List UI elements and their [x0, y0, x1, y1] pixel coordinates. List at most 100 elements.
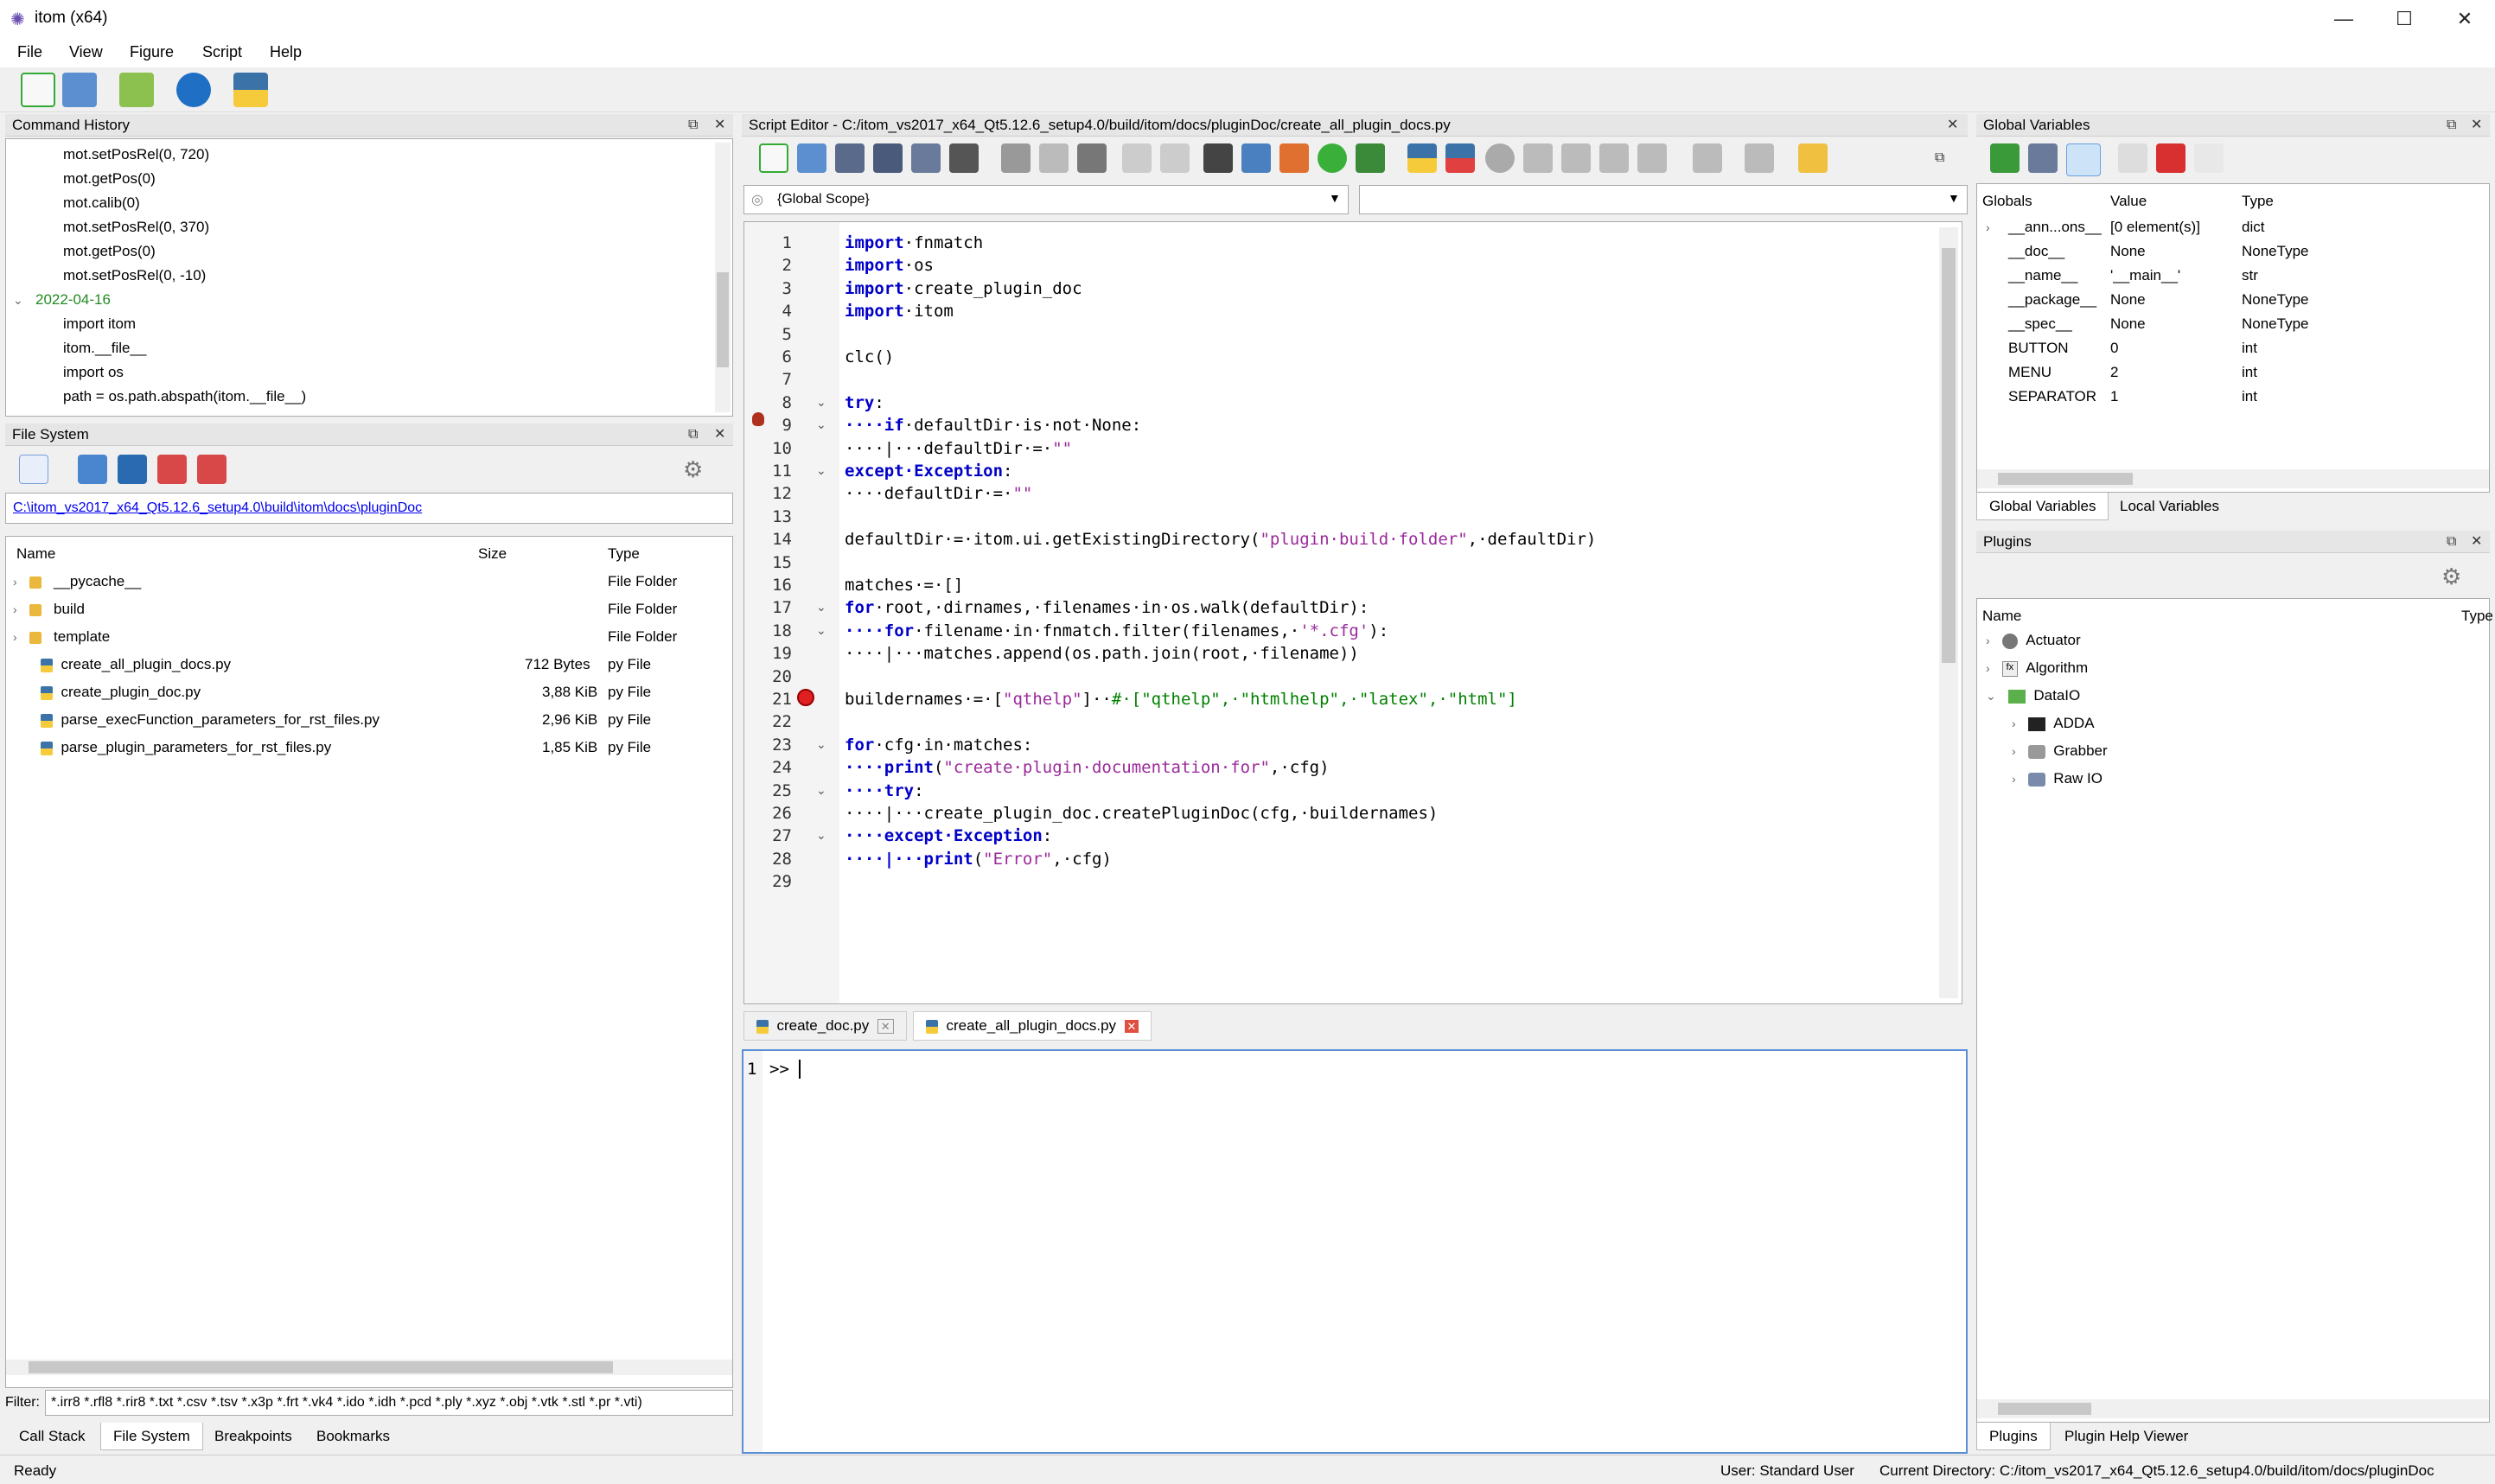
- code-line[interactable]: matches·=·[]: [845, 576, 963, 595]
- filter-select[interactable]: *.irr8 *.rfl8 *.rir8 *.txt *.csv *.tsv *…: [45, 1390, 733, 1416]
- close-icon[interactable]: ✕: [714, 424, 725, 446]
- scrollbar-thumb[interactable]: [29, 1361, 613, 1373]
- variable-name[interactable]: MENU: [2008, 364, 2052, 381]
- code-line[interactable]: defaultDir·=·itom.ui.getExistingDirector…: [845, 530, 1596, 549]
- close-icon[interactable]: ✕: [2471, 531, 2482, 553]
- table-row[interactable]: › build: [13, 601, 85, 618]
- step-over-icon[interactable]: [1599, 143, 1629, 173]
- breakpoint-icon[interactable]: [797, 689, 814, 706]
- delete-icon[interactable]: [2156, 143, 2186, 173]
- undock-icon[interactable]: ⧉: [2447, 114, 2456, 137]
- import-icon[interactable]: [1990, 143, 2020, 173]
- new-file-icon[interactable]: [759, 143, 788, 173]
- fold-chevron-icon[interactable]: ⌄: [816, 417, 826, 432]
- menu-view[interactable]: View: [69, 43, 103, 61]
- debug-icon[interactable]: [1445, 143, 1475, 173]
- bookmark-icon[interactable]: [1798, 143, 1828, 173]
- path-link[interactable]: C:\itom_vs2017_x64_Qt5.12.6_setup4.0\bui…: [13, 500, 422, 516]
- history-item[interactable]: mot.setPosRel(0, -10): [63, 267, 206, 284]
- save-icon[interactable]: [835, 143, 865, 173]
- close-icon[interactable]: ✕: [714, 114, 725, 137]
- scrollbar-thumb[interactable]: [1998, 1403, 2091, 1415]
- tree-item-raw-io[interactable]: › Raw IO: [2012, 770, 2103, 787]
- code-line[interactable]: ····|···defaultDir·=·"": [845, 439, 1072, 458]
- save-icon[interactable]: [2028, 143, 2058, 173]
- path-bar[interactable]: C:\itom_vs2017_x64_Qt5.12.6_setup4.0\bui…: [5, 493, 733, 524]
- continue-icon[interactable]: [1523, 143, 1553, 173]
- minimize-button[interactable]: —: [2313, 0, 2374, 38]
- tab-plugins[interactable]: Plugins: [1976, 1423, 2051, 1450]
- indent-icon[interactable]: [1356, 143, 1385, 173]
- code-line[interactable]: try:: [845, 393, 884, 412]
- close-tab-icon[interactable]: ✕: [877, 1019, 894, 1034]
- save-all-icon[interactable]: [911, 143, 941, 173]
- undock-icon[interactable]: ⧉: [688, 114, 698, 137]
- expand-icon[interactable]: ›: [1986, 219, 1990, 236]
- back-icon[interactable]: [1693, 143, 1722, 173]
- vertical-scrollbar[interactable]: [715, 143, 731, 412]
- close-tab-icon[interactable]: ✕: [1124, 1020, 1139, 1033]
- variable-name[interactable]: BUTTON: [2008, 340, 2069, 357]
- history-date-group[interactable]: 2022-04-16: [35, 291, 111, 309]
- close-button[interactable]: ✕: [2434, 0, 2495, 38]
- undock-icon[interactable]: ⧉: [2447, 531, 2456, 553]
- code-line[interactable]: import·fnmatch: [845, 233, 983, 252]
- rename-icon[interactable]: [2118, 143, 2147, 173]
- copy-icon[interactable]: [1039, 143, 1069, 173]
- fold-chevron-icon[interactable]: ⌄: [816, 600, 826, 615]
- variable-name[interactable]: __name__: [2008, 267, 2077, 284]
- breakpoint-bug-icon[interactable]: [752, 412, 764, 426]
- column-type[interactable]: Type: [608, 545, 640, 563]
- code-line[interactable]: ····defaultDir·=·"": [845, 484, 1032, 503]
- table-row[interactable]: › template: [13, 628, 110, 646]
- scrollbar-thumb[interactable]: [1998, 473, 2133, 485]
- column-type[interactable]: Type: [2461, 608, 2493, 625]
- cut-icon[interactable]: [1001, 143, 1031, 173]
- code-line[interactable]: import·create_plugin_doc: [845, 279, 1082, 298]
- tree-item-algorithm[interactable]: › fx Algorithm: [1986, 659, 2088, 677]
- save-as-icon[interactable]: [873, 143, 903, 173]
- code-line[interactable]: except·Exception:: [845, 462, 1012, 481]
- scrollbar-thumb[interactable]: [717, 272, 729, 367]
- code-line[interactable]: for·cfg·in·matches:: [845, 736, 1032, 755]
- menu-figure[interactable]: Figure: [130, 43, 174, 61]
- scrollbar-thumb[interactable]: [1942, 248, 1956, 663]
- maximize-button[interactable]: ☐: [2374, 0, 2434, 38]
- figure-icon[interactable]: [119, 73, 154, 107]
- code-line[interactable]: ····|···print("Error",·cfg): [845, 850, 1112, 869]
- table-row[interactable]: parse_execFunction_parameters_for_rst_fi…: [41, 711, 380, 729]
- redo-icon[interactable]: [1160, 143, 1190, 173]
- variable-name[interactable]: __spec__: [2008, 315, 2072, 333]
- history-item[interactable]: itom.__file__: [63, 340, 146, 357]
- undock-icon[interactable]: ⧉: [688, 424, 698, 446]
- menu-script[interactable]: Script: [202, 43, 242, 61]
- run-icon[interactable]: [1407, 143, 1437, 173]
- tab-bookmarks[interactable]: Bookmarks: [316, 1428, 390, 1445]
- history-item[interactable]: mot.getPos(0): [63, 243, 156, 260]
- column-globals[interactable]: Globals: [1982, 193, 2032, 210]
- folder-up-icon[interactable]: [78, 455, 107, 484]
- column-size[interactable]: Size: [478, 545, 507, 563]
- history-item[interactable]: mot.setPosRel(0, 720): [63, 146, 209, 163]
- variable-name[interactable]: SEPARATOR: [2008, 388, 2096, 405]
- tab-file-system[interactable]: File System: [100, 1423, 203, 1450]
- close-icon[interactable]: ✕: [1947, 114, 1958, 137]
- code-line[interactable]: ····|···create_plugin_doc.createPluginDo…: [845, 804, 1438, 823]
- horizontal-scrollbar[interactable]: [1977, 469, 2489, 488]
- menu-file[interactable]: File: [17, 43, 42, 61]
- tab-create-doc[interactable]: create_doc.py ✕: [743, 1011, 907, 1041]
- code-line[interactable]: ····except·Exception:: [845, 826, 1052, 845]
- code-line[interactable]: ····try:: [845, 781, 924, 800]
- help-icon[interactable]: [176, 73, 211, 107]
- column-type[interactable]: Type: [2242, 193, 2274, 210]
- print-icon[interactable]: [949, 143, 979, 173]
- tab-global-variables[interactable]: Global Variables: [1976, 493, 2109, 520]
- tab-call-stack[interactable]: Call Stack: [19, 1428, 86, 1445]
- find-icon[interactable]: [1203, 143, 1233, 173]
- restore-icon[interactable]: ⧉: [1935, 150, 1944, 166]
- stop-icon[interactable]: [1485, 143, 1515, 173]
- table-row[interactable]: create_plugin_doc.py: [41, 684, 201, 701]
- fold-chevron-icon[interactable]: ⌄: [816, 623, 826, 638]
- tree-item-dataio[interactable]: ⌄ DataIO: [1986, 687, 2080, 704]
- folder-open-icon[interactable]: [118, 455, 147, 484]
